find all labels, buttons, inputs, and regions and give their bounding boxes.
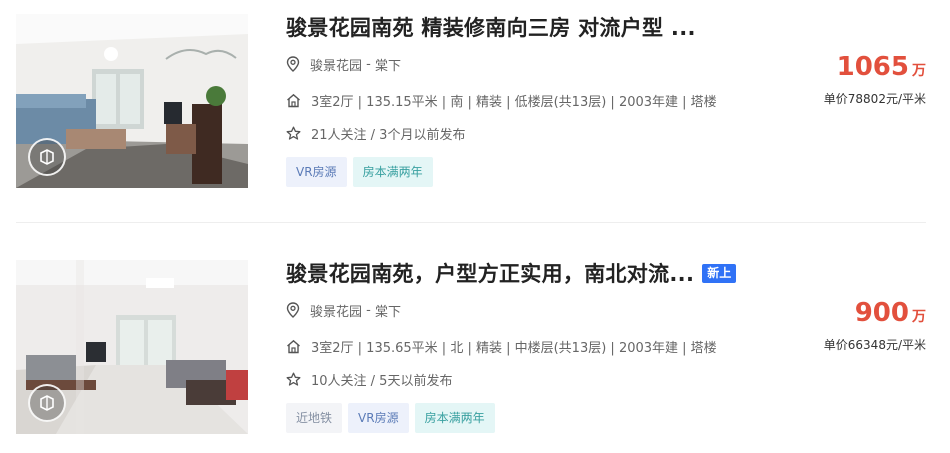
total-price: 900 <box>854 298 909 328</box>
tag-list: VR房源 房本满两年 <box>286 157 433 187</box>
price-block: 900 万 单价66348元/平米 <box>824 298 926 353</box>
unit-price: 单价78802元/平米 <box>823 92 926 106</box>
listing-photo[interactable] <box>16 260 248 434</box>
unit-price: 单价66348元/平米 <box>823 338 926 352</box>
listing-card[interactable]: 骏景花园南苑 精装修南向三房 对流户型 ... 骏景花园 - 棠下 3室2厅 |… <box>16 12 926 192</box>
total-price-unit: 万 <box>912 63 926 79</box>
location-row: 骏景花园 - 棠下 <box>286 54 401 74</box>
map-pin-icon <box>286 56 300 72</box>
tag-list: 近地铁 VR房源 房本满两年 <box>286 403 495 433</box>
vr-badge-icon <box>28 138 66 176</box>
tag-two-years: 房本满两年 <box>414 403 495 433</box>
tag-near-metro: 近地铁 <box>286 403 343 433</box>
location-row: 骏景花园 - 棠下 <box>286 300 401 320</box>
listing-card[interactable]: 骏景花园南苑，户型方正实用，南北对流... 新上 骏景花园 - 棠下 3室2厅 … <box>16 258 926 438</box>
area-link[interactable]: 棠下 <box>375 55 401 74</box>
house-details: 3室2厅 | 135.65平米 | 北 | 精装 | 中楼层(共13层) | 2… <box>311 340 717 356</box>
location-separator: - <box>362 56 375 72</box>
house-details-row: 3室2厅 | 135.65平米 | 北 | 精装 | 中楼层(共13层) | 2… <box>286 336 717 356</box>
follow-row: 21人关注 / 3个月以前发布 <box>286 123 465 143</box>
community-link[interactable]: 骏景花园 <box>310 55 362 74</box>
price-block: 1065 万 单价78802元/平米 <box>824 52 926 107</box>
tag-two-years: 房本满两年 <box>352 157 433 187</box>
follow-info: 10人关注 / 5天以前发布 <box>311 373 453 389</box>
listing-photo[interactable] <box>16 14 248 188</box>
tag-vr: VR房源 <box>348 403 409 433</box>
follow-row: 10人关注 / 5天以前发布 <box>286 369 452 389</box>
house-icon <box>287 339 300 353</box>
listing-divider <box>16 222 926 223</box>
listing-info: 骏景花园南苑 精装修南向三房 对流户型 ... 骏景花园 - 棠下 3室2厅 |… <box>286 12 806 187</box>
total-price: 1065 <box>836 52 909 82</box>
follow-info: 21人关注 / 3个月以前发布 <box>311 127 466 143</box>
vr-badge-icon <box>28 384 66 422</box>
star-icon <box>286 372 301 386</box>
area-link[interactable]: 棠下 <box>375 301 401 320</box>
community-link[interactable]: 骏景花园 <box>310 301 362 320</box>
house-details-row: 3室2厅 | 135.15平米 | 南 | 精装 | 低楼层(共13层) | 2… <box>286 90 717 110</box>
new-listing-badge: 新上 <box>702 263 737 283</box>
listing-title[interactable]: 骏景花园南苑，户型方正实用，南北对流... <box>286 258 694 288</box>
tag-vr: VR房源 <box>286 157 347 187</box>
total-price-unit: 万 <box>912 309 926 325</box>
map-pin-icon <box>286 302 300 318</box>
star-icon <box>286 126 301 140</box>
listing-info: 骏景花园南苑，户型方正实用，南北对流... 新上 骏景花园 - 棠下 3室2厅 … <box>286 258 806 433</box>
house-details: 3室2厅 | 135.15平米 | 南 | 精装 | 低楼层(共13层) | 2… <box>311 94 717 110</box>
location-separator: - <box>362 302 375 318</box>
house-icon <box>287 93 300 107</box>
listing-title[interactable]: 骏景花园南苑 精装修南向三房 对流户型 ... <box>286 12 696 42</box>
